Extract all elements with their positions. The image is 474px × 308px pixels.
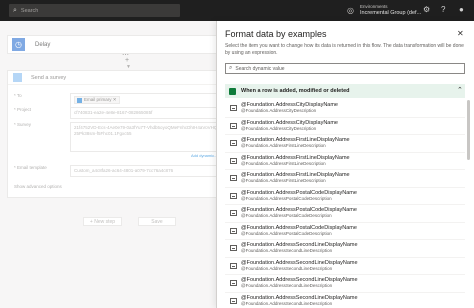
- dynamic-value-item[interactable]: @Foundation.AddressFirstLineDisplayName @…: [225, 153, 465, 170]
- panel-description: Select the item you want to change how i…: [225, 43, 464, 56]
- environment-icon: ◎: [347, 6, 354, 15]
- field-type-icon: [230, 227, 237, 234]
- environment-label: Environments: [360, 4, 388, 9]
- field-type-icon: [230, 122, 237, 129]
- trigger-group-label: When a row is added, modified or deleted: [241, 88, 350, 94]
- panel-title: Format data by examples: [225, 29, 327, 39]
- trigger-group-header[interactable]: When a row is added, modified or deleted…: [225, 84, 465, 98]
- dynamic-value-description: @Foundation.AddressFirstLineDescription: [241, 178, 326, 184]
- canvas-dim-overlay: [0, 21, 216, 308]
- format-data-panel: Format data by examples ✕ Select the ite…: [216, 21, 474, 308]
- dynamic-value-text: @Foundation.AddressPostalCodeDisplayName…: [241, 207, 357, 219]
- dynamic-value-text: @Foundation.AddressSecondLineDisplayName…: [241, 277, 358, 289]
- dynamic-value-description: @Foundation.AddressPostalCodeDescription: [241, 195, 332, 201]
- field-type-icon: [230, 262, 237, 269]
- dynamic-value-description: @Foundation.AddressCityDescription: [241, 125, 317, 131]
- dynamic-value-item[interactable]: @Foundation.AddressPostalCodeDisplayName…: [225, 223, 465, 240]
- field-type-icon: [230, 140, 237, 147]
- dynamic-value-description: @Foundation.AddressCityDescription: [241, 108, 317, 114]
- dynamic-value-item[interactable]: @Foundation.AddressFirstLineDisplayName @…: [225, 170, 465, 188]
- dynamic-value-item[interactable]: @Foundation.AddressFirstLineDisplayName @…: [225, 135, 465, 153]
- help-icon[interactable]: ?: [441, 5, 445, 14]
- dynamic-value-item[interactable]: @Foundation.AddressSecondLineDisplayName…: [225, 258, 465, 275]
- dynamic-value-description: @Foundation.AddressSecondLineDescription: [241, 300, 333, 306]
- field-type-icon: [230, 157, 237, 164]
- field-type-icon: [230, 105, 237, 112]
- dynamic-value-item[interactable]: @Foundation.AddressCityDisplayName @Found…: [225, 100, 465, 118]
- dynamic-value-description: @Foundation.AddressSecondLineDescription: [241, 283, 333, 289]
- dynamic-value-description: @Foundation.AddressSecondLineDescription: [241, 265, 333, 271]
- dynamic-value-text: @Foundation.AddressCityDisplayName @Found…: [241, 120, 338, 132]
- dynamic-value-description: @Foundation.AddressPostalCodeDescription: [241, 213, 332, 219]
- dynamic-value-text: @Foundation.AddressCityDisplayName @Found…: [241, 102, 338, 114]
- dynamic-value-description: @Foundation.AddressFirstLineDescription: [241, 160, 326, 166]
- account-avatar-icon[interactable]: ●: [459, 5, 464, 14]
- settings-gear-icon[interactable]: ⚙: [423, 5, 430, 14]
- environment-name: Incremental Group (def...: [360, 10, 422, 16]
- dynamic-value-text: @Foundation.AddressSecondLineDisplayName…: [241, 260, 358, 272]
- dynamic-value-description: @Foundation.AddressSecondLineDescription: [241, 248, 333, 254]
- dynamic-value-text: @Foundation.AddressPostalCodeDisplayName…: [241, 225, 357, 237]
- panel-scrollbar[interactable]: [467, 100, 470, 160]
- dynamic-value-item[interactable]: @Foundation.AddressCityDisplayName @Found…: [225, 118, 465, 135]
- dynamic-value-list: @Foundation.AddressCityDisplayName @Found…: [225, 100, 465, 308]
- dynamic-value-text: @Foundation.AddressFirstLineDisplayName @…: [241, 137, 350, 149]
- dynamic-value-text: @Foundation.AddressSecondLineDisplayName…: [241, 295, 358, 307]
- dynamic-value-search-input[interactable]: ⌕ Search dynamic value: [225, 63, 465, 74]
- dynamic-value-text: @Foundation.AddressFirstLineDisplayName @…: [241, 172, 350, 184]
- dynamic-value-description: @Foundation.AddressPostalCodeDescription: [241, 230, 332, 236]
- field-type-icon: [230, 297, 237, 304]
- top-bar: ⌕ Search ◎ Environments Incremental Grou…: [0, 0, 474, 21]
- field-type-icon: [230, 175, 237, 182]
- dynamic-value-text: @Foundation.AddressPostalCodeDisplayName…: [241, 190, 357, 202]
- dynamic-value-search-placeholder: Search dynamic value: [235, 65, 285, 72]
- global-search-placeholder: Search: [20, 7, 39, 14]
- dataverse-icon: [229, 87, 236, 95]
- close-icon[interactable]: ✕: [457, 29, 464, 38]
- search-icon: ⌕: [229, 65, 233, 71]
- dynamic-value-item[interactable]: @Foundation.AddressSecondLineDisplayName…: [225, 275, 465, 293]
- dynamic-value-text: @Foundation.AddressSecondLineDisplayName…: [241, 242, 358, 254]
- search-icon: ⌕: [13, 6, 17, 14]
- field-type-icon: [230, 192, 237, 199]
- environment-picker[interactable]: Environments Incremental Group (def...: [360, 3, 421, 17]
- dynamic-value-item[interactable]: @Foundation.AddressSecondLineDisplayName…: [225, 293, 465, 308]
- dynamic-value-item[interactable]: @Foundation.AddressSecondLineDisplayName…: [225, 240, 465, 258]
- chevron-up-icon[interactable]: ⌃: [457, 86, 463, 94]
- dynamic-value-item[interactable]: @Foundation.AddressPostalCodeDisplayName…: [225, 205, 465, 223]
- dynamic-value-item[interactable]: @Foundation.AddressPostalCodeDisplayName…: [225, 188, 465, 205]
- global-search-input[interactable]: ⌕ Search: [9, 4, 180, 17]
- dynamic-value-description: @Foundation.AddressFirstLineDescription: [241, 143, 326, 149]
- field-type-icon: [230, 280, 237, 287]
- field-type-icon: [230, 245, 237, 252]
- dynamic-value-text: @Foundation.AddressFirstLineDisplayName @…: [241, 155, 350, 167]
- field-type-icon: [230, 210, 237, 217]
